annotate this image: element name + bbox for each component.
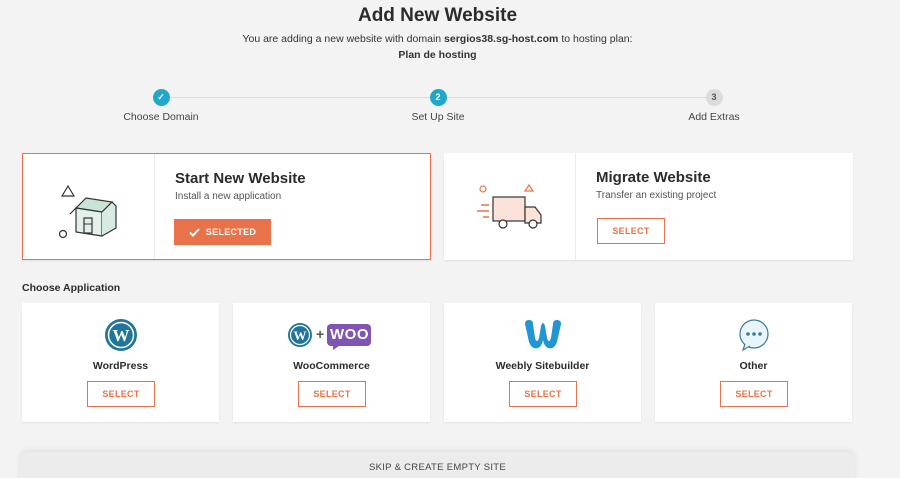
app-name: Weebly Sitebuilder — [495, 360, 590, 372]
step-label: Set Up Site — [411, 111, 465, 123]
app-icon-wrap: W + WOO — [233, 317, 430, 353]
weebly-icon — [524, 320, 561, 349]
select-button[interactable]: SELECT — [720, 381, 788, 407]
illustration-panel — [23, 154, 155, 259]
step-label: Add Extras — [688, 111, 740, 123]
app-card-weebly[interactable]: Weebly Sitebuilder SELECT — [444, 303, 641, 422]
app-name: WooCommerce — [293, 360, 370, 372]
app-icon-wrap — [655, 317, 852, 353]
migrate-website-card[interactable]: Migrate Website Transfer an existing pro… — [444, 153, 853, 260]
option-title: Migrate Website — [596, 169, 711, 186]
check-icon — [189, 227, 200, 237]
page-subtitle: You are adding a new website with domain… — [0, 33, 875, 45]
app-card-woocommerce[interactable]: W + WOO WooCommerce SELECT — [233, 303, 430, 422]
section-label: Choose Application — [22, 282, 121, 294]
app-icon-wrap — [444, 317, 641, 353]
app-name: WordPress — [92, 360, 149, 372]
option-description: Install a new application — [175, 191, 282, 202]
check-icon: ✓ — [152, 89, 170, 106]
step-set-up-site: 2 Set Up Site — [378, 89, 498, 123]
woo-logo-text: WOO — [330, 326, 369, 343]
domain-name: sergios38.sg-host.com — [444, 33, 559, 45]
start-new-website-card[interactable]: Start New Website Install a new applicat… — [22, 153, 431, 260]
step-label: Choose Domain — [123, 111, 199, 123]
option-title: Start New Website — [175, 170, 306, 187]
page-title: Add New Website — [357, 5, 518, 26]
chat-dots-icon — [738, 319, 769, 352]
select-button[interactable]: SELECT — [509, 381, 577, 407]
subtitle-prefix: You are adding a new website with domain — [242, 33, 445, 45]
svg-text:W: W — [293, 328, 306, 343]
subtitle-suffix: to hosting plan: — [558, 33, 633, 45]
selected-button[interactable]: SELECTED — [174, 219, 271, 245]
select-button[interactable]: SELECT — [597, 218, 665, 244]
app-icon-wrap: W — [22, 317, 219, 353]
wordpress-icon: W — [104, 319, 137, 351]
option-description: Transfer an existing project — [596, 190, 717, 201]
step-number: 3 — [705, 89, 723, 106]
step-add-extras: 3 Add Extras — [654, 89, 774, 123]
app-card-wordpress[interactable]: W WordPress SELECT — [22, 303, 219, 422]
step-choose-domain: ✓ Choose Domain — [101, 89, 221, 123]
svg-text:W: W — [112, 326, 129, 345]
illustration-panel — [444, 153, 576, 260]
house-icon — [58, 184, 117, 238]
step-number: 2 — [429, 89, 447, 106]
plan-name: Plan de hosting — [398, 49, 477, 61]
button-label: SELECTED — [205, 227, 257, 237]
skip-create-empty-site-link[interactable]: SKIP & CREATE EMPTY SITE — [0, 462, 875, 473]
app-name: Other — [739, 360, 768, 372]
select-button[interactable]: SELECT — [87, 381, 155, 407]
truck-icon — [476, 183, 542, 229]
select-button[interactable]: SELECT — [298, 381, 366, 407]
app-card-other[interactable]: Other SELECT — [655, 303, 852, 422]
plus-sign: + — [316, 326, 325, 342]
